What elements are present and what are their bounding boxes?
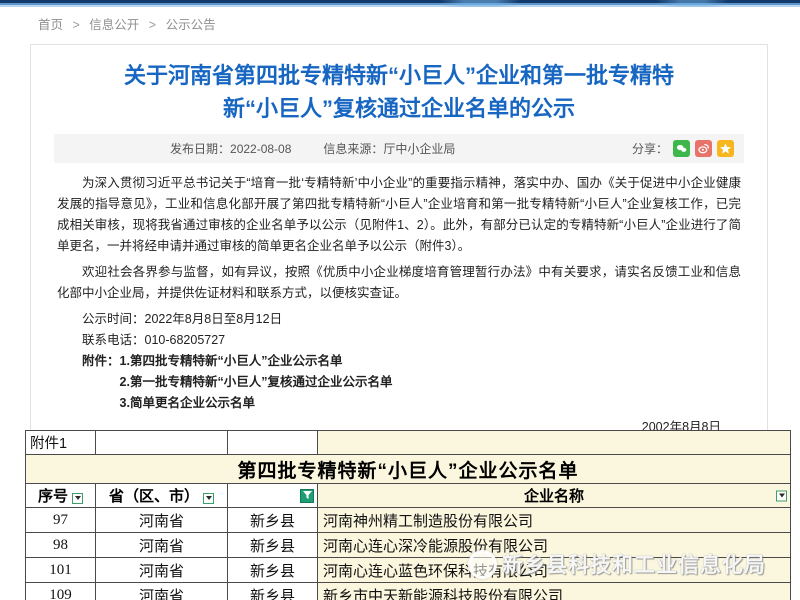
empty-cell [228, 431, 318, 455]
breadcrumb-separator: > [149, 18, 156, 32]
cell-province: 河南省 [96, 533, 228, 558]
filter-dropdown-province[interactable] [203, 493, 214, 504]
cell-county: 新乡县 [228, 558, 318, 583]
share-label: 分享： [632, 140, 668, 157]
cell-province: 河南省 [96, 583, 228, 600]
breadcrumb-info-disclosure[interactable]: 信息公开 [89, 18, 139, 32]
table-title: 第四批专精特新“小巨人”企业公示名单 [26, 455, 791, 484]
table-title-row: 第四批专精特新“小巨人”企业公示名单 [26, 455, 791, 484]
info-source: 信息来源：厅中小企业局 [323, 140, 455, 157]
column-header-province: 省（区、市） [96, 484, 228, 508]
cell-seq: 98 [26, 533, 96, 558]
cell-seq: 97 [26, 508, 96, 533]
favorite-star-icon[interactable] [717, 140, 734, 157]
page-title-line1: 关于河南省第四批专精特新“小巨人”企业和第一批专精特 [31, 59, 767, 92]
breadcrumb-announcements[interactable]: 公示公告 [166, 18, 216, 32]
cell-seq: 109 [26, 583, 96, 600]
breadcrumb: 首页 > 信息公开 > 公示公告 [38, 14, 216, 33]
table-row: 97 河南省 新乡县 河南神州精工制造股份有限公司 [26, 508, 791, 533]
cell-county: 新乡县 [228, 583, 318, 600]
attachment1-corner-label: 附件1 [26, 431, 96, 455]
wechat-icon[interactable] [673, 140, 690, 157]
cell-company: 河南神州精工制造股份有限公司 [318, 508, 791, 533]
table-header-row: 序号 省（区、市） 企业名称 [26, 484, 791, 508]
table-row: 98 河南省 新乡县 河南心连心深冷能源股份有限公司 [26, 533, 791, 558]
cell-seq: 101 [26, 558, 96, 583]
publish-date: 发布日期：2022-08-08 [170, 140, 291, 157]
table-row: 109 河南省 新乡县 新乡市中天新能源科技股份有限公司 [26, 583, 791, 600]
attachments-label: 附件： [82, 351, 120, 414]
empty-cell [318, 431, 791, 455]
attachment1-table: 附件1 第四批专精特新“小巨人”企业公示名单 序号 省（区、市） 企业名称 97… [25, 430, 791, 600]
paragraph: 欢迎社会各界参与监督，如有异议，按照《优质中小企业梯度培育管理暂行办法》中有关要… [57, 262, 741, 304]
cell-company: 新乡市中天新能源科技股份有限公司 [318, 583, 791, 600]
weibo-icon[interactable] [695, 140, 712, 157]
column-header-company: 企业名称 [318, 484, 791, 508]
article-meta-bar: 发布日期：2022-08-08 信息来源：厅中小企业局 分享： [54, 134, 744, 163]
top-banner-strip [0, 0, 800, 7]
cell-county: 新乡县 [228, 508, 318, 533]
cell-province: 河南省 [96, 508, 228, 533]
empty-cell [96, 431, 228, 455]
table-corner-row: 附件1 [26, 431, 791, 455]
cell-company: 河南心连心蓝色环保科技有限公司 [318, 558, 791, 583]
paragraph: 为深入贯彻习近平总书记关于“培育一批‘专精特新’中小企业”的重要指示精神，落实中… [57, 173, 741, 257]
page-title: 关于河南省第四批专精特新“小巨人”企业和第一批专精特 新“小巨人”复核通过企业名… [31, 59, 767, 125]
attachment-link-2[interactable]: 2.第一批专精特新“小巨人”复核通过企业公示名单 [120, 372, 393, 393]
cell-county: 新乡县 [228, 533, 318, 558]
breadcrumb-separator: > [73, 18, 80, 32]
table-row: 101 河南省 新乡县 河南心连心蓝色环保科技有限公司 [26, 558, 791, 583]
article-body: 为深入贯彻习近平总书记关于“培育一批‘专精特新’中小企业”的重要指示精神，落实中… [31, 163, 767, 438]
filter-dropdown-company[interactable] [776, 490, 787, 501]
active-filter-funnel-icon[interactable] [300, 489, 314, 503]
page-title-line2: 新“小巨人”复核通过企业名单的公示 [31, 92, 767, 125]
filter-dropdown-seq[interactable] [72, 493, 83, 504]
article-container: 关于河南省第四批专精特新“小巨人”企业和第一批专精特 新“小巨人”复核通过企业名… [30, 44, 768, 432]
breadcrumb-home[interactable]: 首页 [38, 18, 63, 32]
attachment-link-1[interactable]: 1.第四批专精特新“小巨人”企业公示名单 [120, 351, 393, 372]
cell-province: 河南省 [96, 558, 228, 583]
notice-period: 公示时间：2022年8月8日至8月12日 [57, 309, 741, 330]
contact-phone: 联系电话：010-68205727 [57, 330, 741, 351]
attachments-block: 附件： 1.第四批专精特新“小巨人”企业公示名单 2.第一批专精特新“小巨人”复… [82, 351, 741, 414]
attachment-link-3[interactable]: 3.简单更名企业公示名单 [120, 393, 393, 414]
share-group: 分享： [632, 140, 734, 157]
column-header-seq: 序号 [26, 484, 96, 508]
column-header-county [228, 484, 318, 508]
page: 首页 > 信息公开 > 公示公告 关于河南省第四批专精特新“小巨人”企业和第一批… [0, 0, 800, 600]
cell-company: 河南心连心深冷能源股份有限公司 [318, 533, 791, 558]
